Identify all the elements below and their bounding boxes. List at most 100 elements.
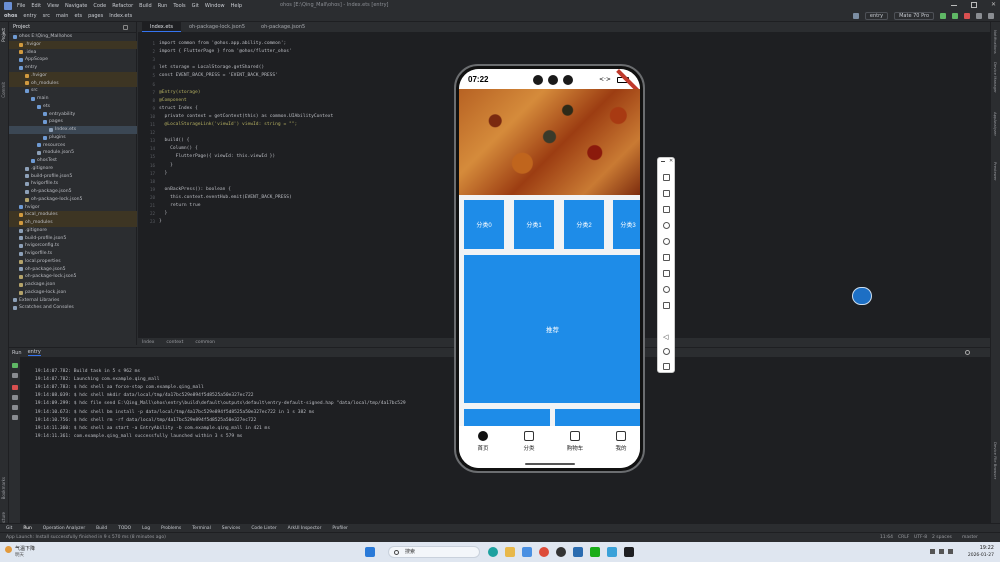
tree-item[interactable]: .gitignore <box>9 165 137 173</box>
menu-refactor[interactable]: Refactor <box>112 3 133 9</box>
product-card[interactable] <box>555 409 640 426</box>
code-line[interactable]: this.context.eventHub.emit(EVENT_BACK_PR… <box>159 195 292 200</box>
tool-window-button[interactable]: Services <box>222 526 241 531</box>
volume-down-icon[interactable] <box>663 270 670 277</box>
weather-icon[interactable] <box>5 546 12 553</box>
code-line[interactable]: const EVENT_BACK_PRESS = 'EVENT_BACK_PRE… <box>159 73 278 78</box>
tree-item[interactable]: hvigor <box>9 204 137 212</box>
recommend-section[interactable]: 推荐 <box>464 255 640 403</box>
rotate-icon[interactable] <box>663 222 670 229</box>
menu-git[interactable]: Git <box>192 3 199 9</box>
tool-window-button[interactable]: Terminal <box>192 526 211 531</box>
stop-icon[interactable] <box>12 385 18 390</box>
edge-icon[interactable] <box>488 547 498 557</box>
print-icon[interactable] <box>12 405 18 410</box>
breadcrumb-item[interactable]: entry <box>23 13 36 19</box>
maximize-icon[interactable] <box>970 2 977 8</box>
search-icon[interactable] <box>976 13 982 19</box>
code-line[interactable]: } <box>159 219 162 224</box>
tree-item[interactable]: ohosTest <box>9 157 137 165</box>
volume-up-icon[interactable] <box>663 254 670 261</box>
category-tile-0[interactable]: 分类0 <box>464 200 504 249</box>
minimize-icon[interactable] <box>950 5 957 6</box>
file-explorer-icon[interactable] <box>505 547 515 557</box>
breadcrumb-item[interactable]: pages <box>88 13 103 19</box>
chrome-icon[interactable] <box>539 547 549 557</box>
hammer-icon[interactable] <box>852 13 859 19</box>
tab-index-ets[interactable]: Index.ets <box>142 22 181 32</box>
notifications-tool-tab[interactable]: Notifications <box>993 30 998 54</box>
tree-item[interactable]: AppScope <box>9 56 137 64</box>
settings-icon[interactable] <box>988 13 994 19</box>
git-branch[interactable]: master <box>962 535 978 540</box>
rerun-icon[interactable] <box>12 363 18 368</box>
tree-item[interactable]: Scratches and Consoles <box>9 304 137 312</box>
product-card[interactable] <box>464 409 550 426</box>
code-line[interactable]: build() { <box>159 138 190 143</box>
project-tool-tab[interactable]: Project <box>1 28 6 42</box>
commit-tool-tab[interactable]: Commit <box>1 82 6 98</box>
menu-run[interactable]: Run <box>158 3 168 9</box>
tree-item[interactable]: hvigorfile.ts <box>9 250 137 258</box>
clock-time[interactable]: 19:22 <box>980 545 994 551</box>
banner-image[interactable] <box>459 89 640 195</box>
tool-window-button[interactable]: TODO <box>118 526 131 531</box>
menu-help[interactable]: Help <box>231 3 242 9</box>
code-line[interactable]: } <box>159 163 173 168</box>
tree-item[interactable]: .idea <box>9 49 137 57</box>
trash-icon[interactable] <box>12 415 18 420</box>
tree-item[interactable]: local.properties <box>9 258 137 266</box>
deveco-icon[interactable] <box>624 547 634 557</box>
device-file-browser-tool-tab[interactable]: Device File Browser <box>993 442 998 479</box>
run-config-tab[interactable]: entry <box>27 349 41 356</box>
tree-item[interactable]: oh-package.json5 <box>9 188 137 196</box>
location-icon[interactable] <box>663 238 670 245</box>
tree-item[interactable]: src <box>9 87 137 95</box>
crop-icon[interactable] <box>663 206 670 213</box>
tree-item[interactable]: build-profile.json5 <box>9 235 137 243</box>
code-line[interactable]: struct Index { <box>159 106 198 111</box>
code-line[interactable]: @LocalStorageLink('viewId') viewId: stri… <box>159 122 298 127</box>
tree-item[interactable]: oh-package.json5 <box>9 266 137 274</box>
tree-item[interactable]: .hvigor <box>9 40 137 49</box>
pin-top-icon[interactable] <box>663 190 670 197</box>
tree-item[interactable]: main <box>9 95 137 103</box>
nav-category[interactable]: 分类 <box>515 431 543 452</box>
menu-view[interactable]: View <box>47 3 59 9</box>
tree-item[interactable]: build-profile.json5 <box>9 173 137 181</box>
home-indicator[interactable] <box>525 463 575 465</box>
tree-item[interactable]: entryability <box>9 111 137 119</box>
gear-icon[interactable] <box>965 350 970 355</box>
start-icon[interactable] <box>365 547 375 557</box>
tree-item[interactable]: ohos E:\Qing_Mall\ohos <box>9 33 137 41</box>
app-analyzer-tool-tab[interactable]: AppAnalyzer <box>993 112 998 136</box>
tool-window-button[interactable]: Profiler <box>332 526 347 531</box>
code-line[interactable]: import common from '@ohos.app.ability.co… <box>159 41 286 46</box>
tree-item[interactable]: entry <box>9 64 137 72</box>
weather-label[interactable]: 气温下降 <box>15 545 35 552</box>
close-icon[interactable]: ✕ <box>991 2 996 8</box>
breadcrumb-item[interactable]: Index.ets <box>109 13 132 19</box>
editor-crumb[interactable]: common <box>195 340 215 345</box>
tool-window-button[interactable]: Run <box>23 526 31 531</box>
editor-crumb[interactable]: Index <box>142 340 154 345</box>
code-line[interactable]: Column() { <box>159 146 198 151</box>
tool-window-button[interactable]: Code Linter <box>251 526 276 531</box>
tree-item[interactable]: pages <box>9 118 137 126</box>
minimize-icon[interactable] <box>661 161 665 162</box>
clock-date[interactable]: 2026-01-27 <box>968 553 994 558</box>
tool-window-button[interactable]: Git <box>6 526 12 531</box>
tree-item[interactable]: Index.ets <box>9 126 137 134</box>
app-icon[interactable] <box>522 547 532 557</box>
tree-item[interactable]: package.json <box>9 281 137 289</box>
tree-item[interactable]: .gitignore <box>9 227 137 235</box>
breadcrumb-item[interactable]: ets <box>74 13 82 19</box>
app-icon[interactable] <box>607 547 617 557</box>
scroll-end-icon[interactable] <box>12 395 18 400</box>
system-tray[interactable] <box>930 549 970 554</box>
caret-position[interactable]: 11:64 <box>880 535 893 540</box>
tree-item[interactable]: module.json5 <box>9 149 137 157</box>
power-icon[interactable] <box>663 286 670 293</box>
stop-icon[interactable] <box>964 13 970 19</box>
line-separator[interactable]: CRLF <box>898 535 909 540</box>
